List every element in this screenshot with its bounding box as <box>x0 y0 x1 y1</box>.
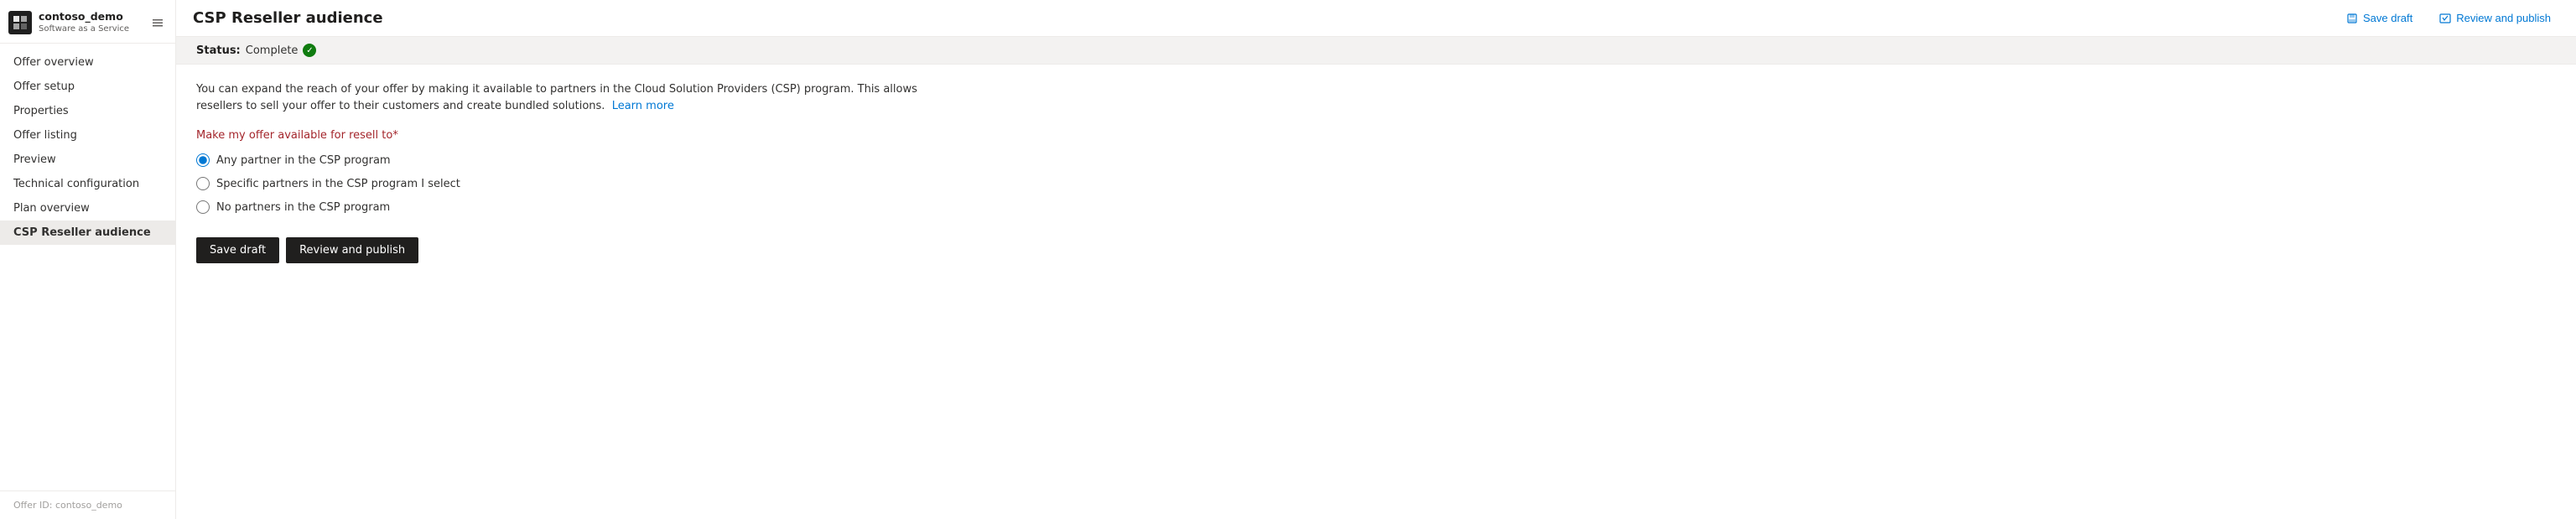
sidebar-footer: Offer ID: contoso_demo <box>0 490 175 519</box>
status-value: Complete <box>246 44 299 57</box>
sidebar: contoso_demo Software as a Service Offer… <box>0 0 176 519</box>
review-publish-button[interactable]: Review and publish <box>286 237 418 263</box>
brand-text: contoso_demo Software as a Service <box>39 10 129 34</box>
radio-specific-partners-label: Specific partners in the CSP program I s… <box>216 178 460 190</box>
sidebar-item-properties[interactable]: Properties <box>0 99 175 123</box>
brand-subtitle: Software as a Service <box>39 23 129 34</box>
radio-option-specific-partners[interactable]: Specific partners in the CSP program I s… <box>196 177 2556 190</box>
radio-any-partner-input[interactable] <box>196 153 210 167</box>
status-label: Status: <box>196 44 241 57</box>
sidebar-nav: Offer overview Offer setup Properties Of… <box>0 44 175 490</box>
brand-name: contoso_demo <box>39 10 129 23</box>
page-body: Status: Complete ✓ You can expand the re… <box>176 37 2576 519</box>
radio-any-partner-label: Any partner in the CSP program <box>216 154 391 167</box>
save-draft-button[interactable]: Save draft <box>196 237 279 263</box>
brand-logo-icon <box>8 11 32 34</box>
sidebar-item-technical-configuration[interactable]: Technical configuration <box>0 172 175 196</box>
sidebar-toggle-button[interactable] <box>148 13 167 32</box>
page-title: CSP Reseller audience <box>193 9 383 27</box>
status-complete-icon: ✓ <box>303 44 316 57</box>
radio-no-partners-label: No partners in the CSP program <box>216 201 390 214</box>
actions-row: Save draft Review and publish <box>196 237 2556 263</box>
sidebar-header: contoso_demo Software as a Service <box>0 0 175 44</box>
radio-option-no-partners[interactable]: No partners in the CSP program <box>196 200 2556 214</box>
sidebar-item-plan-overview[interactable]: Plan overview <box>0 196 175 221</box>
section-label: Make my offer available for resell to* <box>196 129 2556 142</box>
radio-group: Any partner in the CSP program Specific … <box>196 153 2556 214</box>
review-publish-button-top[interactable]: Review and publish <box>2431 7 2559 29</box>
description-text: You can expand the reach of your offer b… <box>196 81 951 114</box>
learn-more-link[interactable]: Learn more <box>612 100 674 112</box>
top-bar-actions: Save draft Review and publish <box>2338 7 2559 29</box>
sidebar-item-preview[interactable]: Preview <box>0 148 175 172</box>
top-bar: CSP Reseller audience Save draft Revi <box>176 0 2576 37</box>
content-section: You can expand the reach of your offer b… <box>176 65 2576 288</box>
sidebar-item-offer-overview[interactable]: Offer overview <box>0 50 175 75</box>
sidebar-brand: contoso_demo Software as a Service <box>8 10 129 34</box>
sidebar-item-offer-listing[interactable]: Offer listing <box>0 123 175 148</box>
publish-icon <box>2439 13 2451 24</box>
radio-no-partners-input[interactable] <box>196 200 210 214</box>
radio-specific-partners-input[interactable] <box>196 177 210 190</box>
sidebar-item-offer-setup[interactable]: Offer setup <box>0 75 175 99</box>
sidebar-item-csp-reseller-audience[interactable]: CSP Reseller audience <box>0 221 175 245</box>
radio-option-any-partner[interactable]: Any partner in the CSP program <box>196 153 2556 167</box>
status-bar: Status: Complete ✓ <box>176 37 2576 65</box>
main-content: CSP Reseller audience Save draft Revi <box>176 0 2576 519</box>
save-icon <box>2346 13 2358 24</box>
save-draft-button-top[interactable]: Save draft <box>2338 7 2421 29</box>
